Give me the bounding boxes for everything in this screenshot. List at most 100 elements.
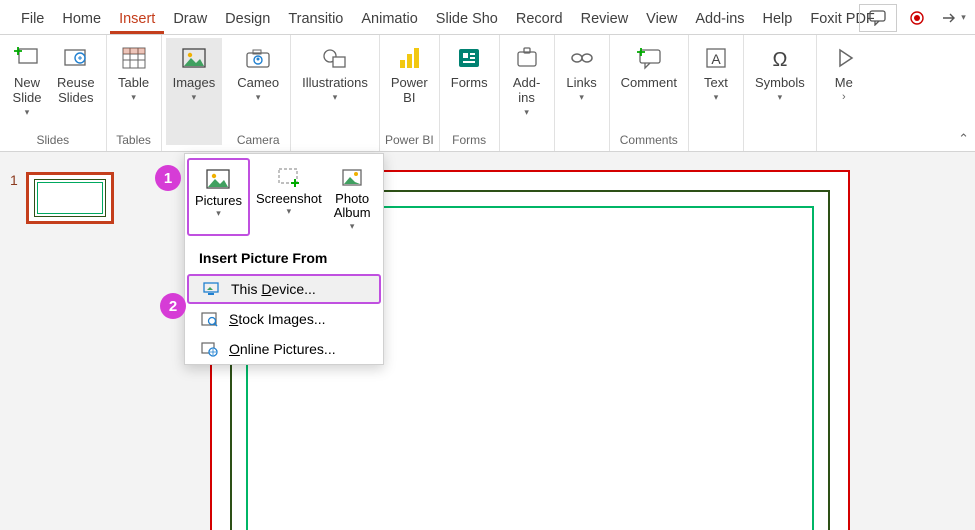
group-links: Links ▾: [555, 35, 610, 151]
media-label: Me: [835, 76, 853, 91]
group-slides: New Slide ▾ Reuse Slides Slides: [0, 35, 107, 151]
group-powerbi-label: Power BI: [384, 131, 435, 150]
forms-icon: [456, 42, 482, 74]
collapse-ribbon-button[interactable]: ⌃: [958, 131, 969, 147]
media-icon: [834, 42, 854, 74]
workspace: 1: [0, 152, 975, 530]
comment-label: Comment: [621, 76, 677, 91]
text-icon: A: [704, 42, 728, 74]
group-symbols: Ω Symbols ▾: [744, 35, 817, 151]
slide-thumbnail-1[interactable]: 1: [10, 172, 140, 224]
pictures-label: Pictures: [195, 194, 242, 208]
svg-text:Ω: Ω: [772, 49, 787, 70]
links-label: Links: [566, 76, 596, 91]
pictures-button[interactable]: Pictures ▾: [187, 158, 250, 236]
annotation-callout-2: 2: [160, 293, 186, 319]
comment-button[interactable]: Comment: [614, 38, 684, 131]
tab-transitions[interactable]: Transitio: [279, 5, 352, 34]
tab-file[interactable]: File: [12, 5, 53, 34]
pictures-icon: [204, 164, 232, 194]
chevron-down-icon: ▾: [579, 92, 584, 103]
record-button[interactable]: [899, 4, 934, 32]
chevron-down-icon: ▾: [25, 107, 30, 118]
tab-addins[interactable]: Add-ins: [686, 5, 753, 34]
addins-button[interactable]: Add- ins ▾: [504, 38, 550, 145]
powerbi-icon: [396, 42, 422, 74]
reuse-slides-button[interactable]: Reuse Slides: [50, 38, 102, 131]
addins-label: Add- ins: [513, 76, 540, 106]
group-camera-label: Camera: [230, 131, 286, 150]
links-button[interactable]: Links ▾: [559, 38, 605, 145]
ribbon-tabs: File Home Insert Draw Design Transitio A…: [0, 0, 975, 35]
group-forms: Forms Forms: [440, 35, 500, 151]
comments-button[interactable]: [859, 4, 897, 32]
group-comments: Comment Comments: [610, 35, 689, 151]
illustrations-label: Illustrations: [302, 76, 368, 91]
svg-text:A: A: [711, 51, 721, 67]
group-powerbi: Power BI Power BI: [380, 35, 440, 151]
annotation-callout-1: 1: [155, 165, 181, 191]
symbols-label: Symbols: [755, 76, 805, 91]
online-pictures-item[interactable]: Online Pictures...: [185, 334, 383, 364]
share-button[interactable]: ▾: [936, 4, 971, 32]
reuse-slides-label: Reuse Slides: [57, 76, 95, 106]
tab-home[interactable]: Home: [53, 5, 110, 34]
group-text: A Text ▾: [689, 35, 744, 151]
comment-icon: [869, 10, 887, 26]
photo-album-icon: [338, 162, 366, 192]
chevron-down-icon: ▾: [216, 208, 221, 219]
screenshot-button[interactable]: Screenshot ▾: [250, 158, 328, 236]
tab-help[interactable]: Help: [754, 5, 802, 34]
group-slides-label: Slides: [4, 131, 102, 150]
group-media: Me ›: [817, 35, 871, 151]
chevron-down-icon: ▾: [256, 92, 261, 103]
forms-label: Forms: [451, 76, 488, 91]
links-icon: [569, 42, 595, 74]
tab-view[interactable]: View: [637, 5, 686, 34]
stock-images-item[interactable]: Stock Images...: [185, 304, 383, 334]
dropdown-header: Insert Picture From: [185, 240, 383, 274]
cameo-label: Cameo: [237, 76, 279, 91]
new-slide-button[interactable]: New Slide ▾: [4, 38, 50, 131]
group-tables-label: Tables: [111, 131, 157, 150]
text-button[interactable]: A Text ▾: [693, 38, 739, 145]
symbols-icon: Ω: [768, 42, 792, 74]
media-button[interactable]: Me ›: [821, 38, 867, 145]
tab-design[interactable]: Design: [216, 5, 279, 34]
group-images-label: [166, 145, 223, 150]
table-label: Table: [118, 76, 149, 91]
tab-animations[interactable]: Animatio: [352, 5, 426, 34]
new-slide-icon: [13, 42, 41, 74]
powerbi-button[interactable]: Power BI: [384, 38, 435, 131]
tab-slideshow[interactable]: Slide Sho: [427, 5, 507, 34]
tab-record[interactable]: Record: [507, 5, 572, 34]
photo-album-button[interactable]: Photo Album ▾: [328, 158, 377, 236]
chevron-down-icon: ▾: [192, 92, 197, 103]
group-camera: Cameo ▾ Camera: [226, 35, 291, 151]
illustrations-button[interactable]: Illustrations ▾: [295, 38, 375, 145]
addins-icon: [514, 42, 540, 74]
reuse-slides-icon: [62, 42, 90, 74]
chevron-down-icon: ▾: [778, 92, 783, 103]
slide-number: 1: [10, 172, 18, 188]
table-button[interactable]: Table ▾: [111, 38, 157, 131]
chevron-down-icon: ▾: [714, 92, 719, 103]
photo-album-label: Photo Album: [334, 192, 371, 221]
cameo-button[interactable]: Cameo ▾: [230, 38, 286, 131]
this-device-label: This Device...: [231, 281, 316, 297]
group-addins: Add- ins ▾: [500, 35, 555, 151]
group-illustrations: Illustrations ▾: [291, 35, 380, 151]
images-button[interactable]: Images ▾: [166, 38, 223, 145]
online-icon: [199, 341, 219, 357]
group-images: Images ▾: [162, 35, 227, 151]
forms-button[interactable]: Forms: [444, 38, 495, 131]
tab-insert[interactable]: Insert: [110, 5, 164, 34]
online-pictures-label: Online Pictures...: [229, 341, 336, 357]
group-comments-label: Comments: [614, 131, 684, 150]
record-icon: [909, 10, 925, 26]
this-device-item[interactable]: This Device...: [187, 274, 381, 304]
tab-review[interactable]: Review: [572, 5, 638, 34]
chevron-down-icon: ▾: [350, 221, 355, 232]
symbols-button[interactable]: Ω Symbols ▾: [748, 38, 812, 145]
tab-draw[interactable]: Draw: [164, 5, 216, 34]
